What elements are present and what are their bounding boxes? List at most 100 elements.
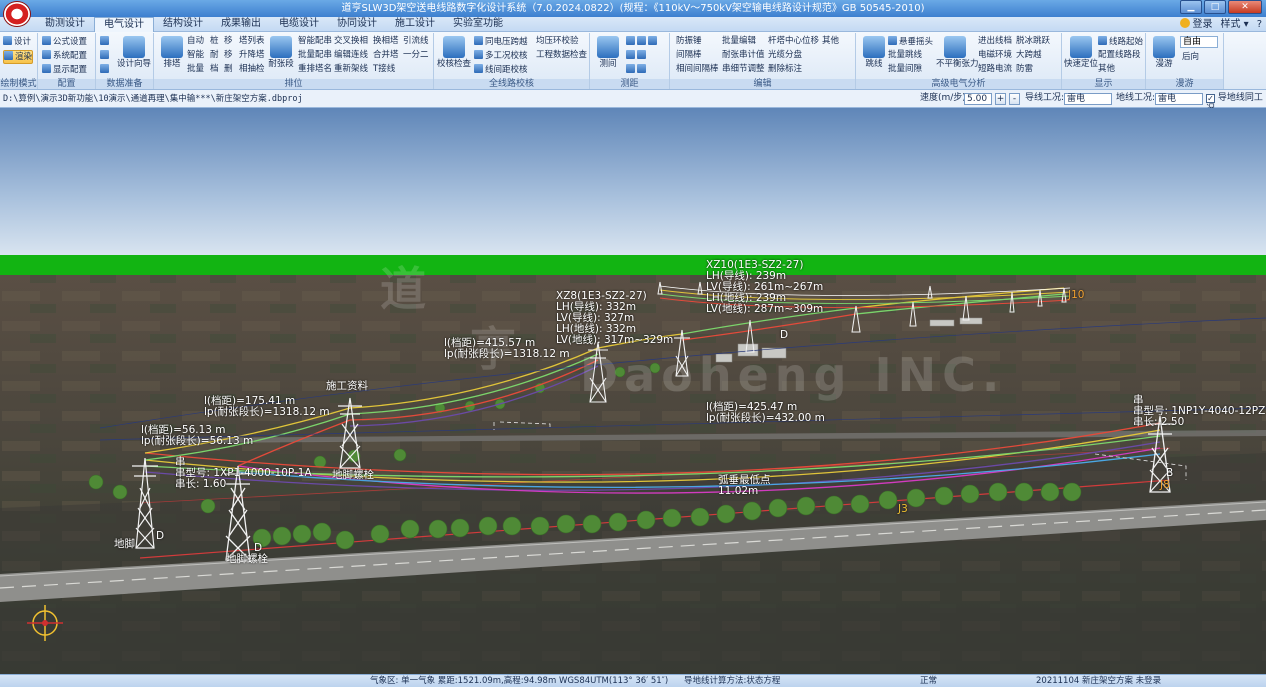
tab-lab[interactable]: 实验室功能 [444, 17, 512, 32]
short-circuit-button[interactable]: 短路电流 [978, 64, 1012, 75]
unbalanced-tension-button[interactable]: 不平衡张力 [936, 36, 979, 70]
edit-other-button[interactable]: 其他 [822, 36, 839, 47]
minimize-button[interactable]: ▁ [1180, 0, 1202, 14]
measure-tool-3[interactable] [626, 64, 648, 76]
spacer-button[interactable]: 间隔棒 [676, 50, 702, 61]
tab-collab[interactable]: 协同设计 [328, 17, 386, 32]
batch-string-button[interactable]: 批量配串 [298, 50, 332, 61]
place-tower-button[interactable]: 排塔 [157, 36, 187, 70]
render-mode-button[interactable]: 渲染 [3, 50, 34, 64]
tower-offset-button[interactable]: 杆塔中心位移 [768, 36, 819, 47]
line-start-button[interactable]: 线路起始 [1098, 36, 1143, 48]
ruler-icon [648, 36, 657, 45]
raise-lower-tower-button[interactable]: 升降塔 [239, 50, 265, 61]
ribbon: 设计 渲染 绘制模式 公式设置 系统配置 显示配置 配置 设计向导 数据准备 排… [0, 32, 1266, 90]
earth-condition-select[interactable]: 雷电 [1155, 93, 1203, 105]
measure-button[interactable]: 测间 [593, 36, 623, 70]
config-line-section-button[interactable]: 配置线路段 [1098, 50, 1141, 61]
move-button[interactable]: 移 [224, 36, 233, 47]
smart-string-button[interactable]: 智能配串 [298, 36, 332, 47]
app-logo-icon[interactable] [3, 1, 31, 27]
large-crossing-button[interactable]: 大跨越 [1016, 50, 1042, 61]
restring-button[interactable]: 重新架线 [334, 64, 368, 75]
smart-button[interactable]: 智能 [187, 50, 204, 61]
tab-output[interactable]: 成果输出 [212, 17, 270, 32]
damper-button[interactable]: 防振锤 [676, 36, 702, 47]
tension-section-button[interactable]: 耐张段 [266, 36, 296, 70]
measure-tool-1[interactable] [626, 36, 659, 48]
ice-jump-button[interactable]: 脱冰跳跃 [1016, 36, 1050, 47]
formula-icon [42, 36, 51, 45]
close-button[interactable]: ✕ [1228, 0, 1262, 14]
delete-button[interactable]: 删 [224, 64, 233, 75]
small-tool-1[interactable] [100, 36, 111, 48]
roam-button[interactable]: 漫游 [1149, 36, 1179, 70]
small-tool-3[interactable] [100, 64, 111, 76]
batch-gap-button[interactable]: 批量间隙 [888, 64, 922, 75]
check-button[interactable]: 校核检查 [437, 36, 471, 70]
split-button[interactable]: 一分二 [403, 50, 429, 61]
phase-check-button[interactable]: 相抽检 [239, 64, 265, 75]
conductor-condition-select[interactable]: 雷电 [1064, 93, 1112, 105]
formula-settings-button[interactable]: 公式设置 [42, 36, 87, 48]
tab-cable[interactable]: 电缆设计 [270, 17, 328, 32]
fiber-split-button[interactable]: 光缆分盘 [768, 50, 802, 61]
small-tool-2[interactable] [100, 50, 111, 62]
phase-spacer-button[interactable]: 相间间隔棒 [676, 64, 719, 75]
lightning-button[interactable]: 防雷 [1016, 64, 1033, 75]
speed-input[interactable]: 5.00 [964, 93, 992, 105]
batch-button[interactable]: 批量 [187, 64, 204, 75]
same-condition-checkbox[interactable]: ✓ 导地线同工况 [1206, 93, 1266, 114]
rename-tower-button[interactable]: 重排塔名 [298, 64, 332, 75]
swing-button[interactable]: 悬垂摇头 [888, 36, 933, 48]
display-config-button[interactable]: 显示配置 [42, 64, 87, 76]
string-detail-button[interactable]: 串细节调整 [722, 64, 765, 75]
same-voltage-cross-button[interactable]: 同电压跨越 [474, 36, 528, 48]
help-button[interactable]: ? [1257, 17, 1262, 32]
auto-button[interactable]: 自动 [187, 36, 204, 47]
tower-list-button[interactable]: 塔列表 [239, 36, 265, 47]
system-config-button[interactable]: 系统配置 [42, 50, 87, 62]
speed-decrease-button[interactable]: - [1009, 93, 1020, 105]
merge-tower-button[interactable]: 合并塔 [373, 50, 399, 61]
transposition-tower-button[interactable]: 换相塔 [373, 36, 399, 47]
group-label: 漫游 [1146, 79, 1223, 89]
tab-electrical[interactable]: 电气设计 [94, 17, 154, 33]
pile-button[interactable]: 桩 [210, 36, 219, 47]
em-environment-button[interactable]: 电磁环境 [978, 50, 1012, 61]
move-2-button[interactable]: 移 [224, 50, 233, 61]
in-out-span-button[interactable]: 进出线档 [978, 36, 1012, 47]
login-link[interactable]: 登录 [1180, 17, 1212, 32]
multi-condition-check-button[interactable]: 多工况校核 [474, 50, 528, 62]
maximize-button[interactable]: □ [1204, 0, 1226, 14]
3d-viewport[interactable]: 道 亨 Daoheng INC. XZ10(1E3-SZ2-27) LH(导线):… [0, 108, 1266, 674]
tab-construction[interactable]: 施工设计 [386, 17, 444, 32]
roam-mode-select[interactable]: 自由 [1180, 36, 1218, 48]
tension-string-button[interactable]: 耐张串计值 [722, 50, 765, 61]
measure-tool-2[interactable] [626, 50, 648, 62]
batch-edit-button[interactable]: 批量编辑 [722, 36, 756, 47]
batch-jumper-button[interactable]: 批量跳线 [888, 50, 922, 61]
tension-button[interactable]: 耐 [210, 50, 219, 61]
cross-transpose-button[interactable]: 交叉换相 [334, 36, 368, 47]
grading-ring-check-button[interactable]: 均压环校验 [536, 36, 579, 47]
display-other-button[interactable]: 其他 [1098, 64, 1115, 75]
design-wizard-button[interactable]: 设计向导 [116, 36, 152, 70]
t-connection-button[interactable]: T接线 [373, 64, 395, 75]
line-icon [1098, 36, 1107, 45]
jumper-button[interactable]: 引流线 [403, 36, 429, 47]
delete-annotation-button[interactable]: 删除标注 [768, 64, 802, 75]
project-data-check-button[interactable]: 工程数据检查 [536, 50, 587, 61]
speed-increase-button[interactable]: + [995, 93, 1006, 105]
cross-icon [474, 36, 483, 45]
span-button[interactable]: 档 [210, 64, 219, 75]
edit-connection-button[interactable]: 编辑连线 [334, 50, 368, 61]
design-mode-button[interactable]: 设计 [3, 36, 31, 48]
tab-survey[interactable]: 勘测设计 [36, 17, 94, 32]
roam-back-button[interactable]: 后向 [1182, 52, 1199, 63]
quick-locate-button[interactable]: 快速定位 [1064, 36, 1098, 70]
phase-spacing-check-button[interactable]: 线间距校核 [474, 64, 528, 76]
jumper-line-button[interactable]: 跳线 [859, 36, 889, 70]
style-menu[interactable]: 样式 ▾ [1220, 17, 1248, 32]
tab-structure[interactable]: 结构设计 [154, 17, 212, 32]
